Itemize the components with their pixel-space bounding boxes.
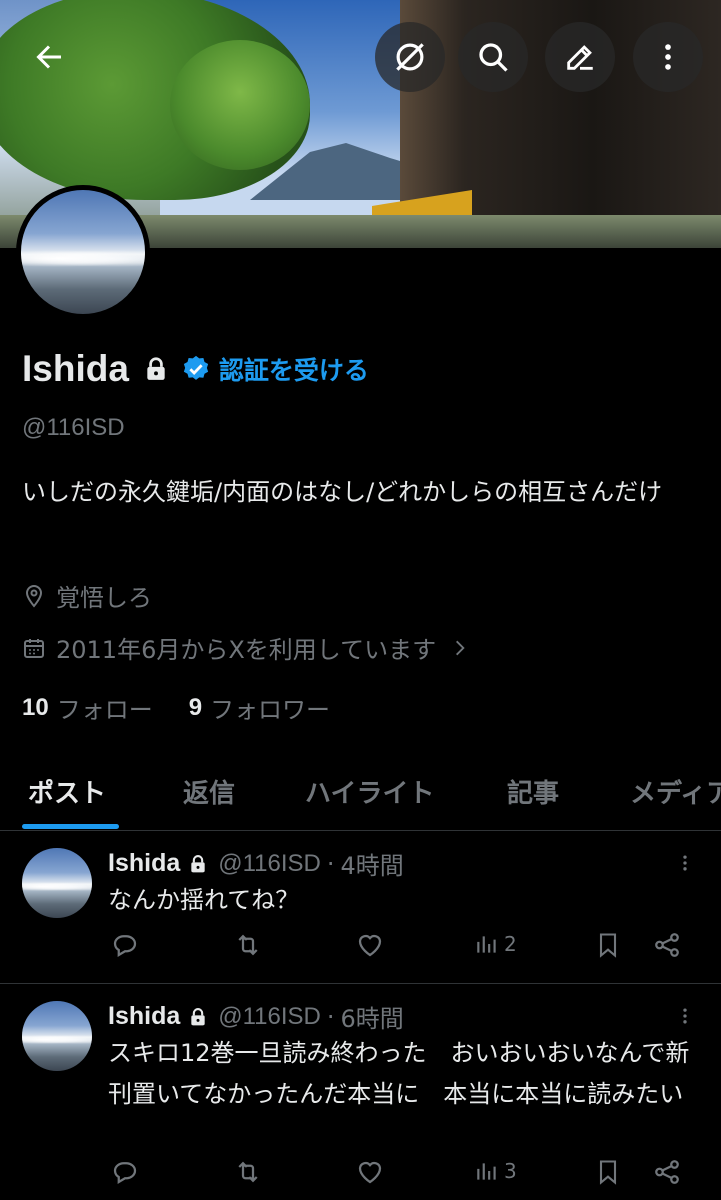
profile-tabs: ポスト 返信 ハイライト 記事 メディア (0, 755, 721, 831)
search-button[interactable] (458, 22, 528, 92)
tab-highlights[interactable]: ハイライト (305, 773, 434, 810)
more-vertical-icon (683, 1008, 687, 1024)
views-count: 2 (504, 932, 517, 956)
hide-icon (396, 43, 424, 71)
bookmark-icon (599, 933, 617, 958)
hide-button[interactable] (375, 22, 445, 92)
followers-link[interactable]: 9 フォロワー (189, 690, 330, 725)
avatar-clouds (21, 249, 145, 267)
like-icon (358, 934, 382, 957)
post-header: Ishida @116ISD · 6時間 (108, 999, 404, 1034)
post-more-button[interactable] (675, 850, 695, 876)
share-button[interactable] (652, 1157, 682, 1187)
following-link[interactable]: 10 フォロー (22, 690, 153, 725)
post-author-handle: @116ISD (218, 849, 321, 877)
separator-dot: · (326, 849, 335, 878)
tab-posts[interactable]: ポスト (28, 773, 106, 810)
reply-icon (113, 1162, 137, 1184)
post-item[interactable]: Ishida @116ISD · 6時間 スキロ12巻一旦読み終わった おいおい… (0, 985, 721, 1200)
more-button[interactable] (633, 22, 703, 92)
joined-text: 2011年6月からXを利用しています (56, 636, 437, 664)
post-text: スキロ12巻一旦読み終わった おいおいおいなんで新刊置いてなかったんだ本当に 本… (108, 1039, 690, 1108)
profile-avatar[interactable] (16, 185, 150, 319)
banner-tree-highlight (170, 40, 310, 170)
display-name: Ishida (22, 348, 129, 389)
chevron-right-icon (450, 637, 470, 659)
reply-icon (113, 935, 137, 957)
post-avatar[interactable] (22, 848, 92, 918)
profile-bio: いしだの永久鍵垢/内面のはなし/どれかしらの相互さんだけ (22, 478, 663, 506)
bookmark-button[interactable] (594, 930, 622, 960)
bookmark-button[interactable] (594, 1157, 622, 1187)
lock-icon (188, 853, 208, 875)
like-icon (358, 1161, 382, 1184)
repost-icon (238, 1161, 258, 1183)
repost-icon (238, 934, 258, 956)
location-text: 覚悟しろ (56, 584, 152, 612)
views-button[interactable]: 3 (474, 1157, 517, 1185)
tab-media[interactable]: メディア (630, 773, 721, 810)
views-icon (477, 936, 496, 953)
back-button[interactable] (14, 22, 84, 92)
repost-button[interactable] (232, 1157, 264, 1187)
lock-icon (188, 1006, 208, 1028)
views-icon (477, 1163, 496, 1180)
post-author-name[interactable]: Ishida (108, 1002, 180, 1031)
back-arrow-icon (36, 45, 61, 69)
post-author-handle: @116ISD (218, 1002, 321, 1030)
more-vertical-icon (665, 44, 671, 70)
active-tab-indicator (22, 824, 119, 829)
calendar-icon (22, 636, 46, 660)
share-icon (655, 1160, 679, 1184)
post-timestamp[interactable]: 4時間 (341, 846, 404, 881)
get-verified-link[interactable]: 認証を受ける (219, 351, 369, 387)
post-avatar[interactable] (22, 1001, 92, 1071)
reply-button[interactable] (110, 1157, 140, 1187)
separator-dot: · (326, 1002, 335, 1031)
tab-articles[interactable]: 記事 (507, 773, 559, 810)
profile-name-row: Ishida 認証を受ける (22, 348, 369, 390)
bookmark-icon (599, 1160, 617, 1185)
edit-button[interactable] (545, 22, 615, 92)
more-vertical-icon (683, 855, 687, 871)
search-icon (479, 43, 508, 72)
profile-joined[interactable]: 2011年6月からXを利用しています (22, 630, 470, 665)
profile-handle: @116ISD (22, 414, 125, 441)
followers-count: 9 (188, 693, 203, 721)
post-header: Ishida @116ISD · 4時間 (108, 846, 404, 881)
post-timestamp[interactable]: 6時間 (341, 999, 404, 1034)
post-more-button[interactable] (675, 1003, 695, 1029)
follow-stats: 10 フォロー 9 フォロワー (22, 690, 330, 725)
share-icon (655, 933, 679, 957)
tab-replies[interactable]: 返信 (183, 773, 235, 810)
share-button[interactable] (652, 930, 682, 960)
post-actions: 2 (110, 930, 700, 966)
views-count: 3 (504, 1159, 517, 1183)
post-item[interactable]: Ishida @116ISD · 4時間 なんか揺れてね？ 2 (0, 832, 721, 984)
edit-icon (567, 45, 593, 70)
location-pin-icon (22, 583, 46, 609)
post-author-name[interactable]: Ishida (108, 849, 180, 878)
like-button[interactable] (355, 1157, 385, 1187)
profile-location: 覚悟しろ (22, 578, 152, 613)
following-count: 10 (22, 693, 49, 721)
repost-button[interactable] (232, 930, 264, 960)
post-text: なんか揺れてね？ (108, 886, 300, 914)
lock-icon (143, 355, 169, 383)
verified-badge-icon[interactable] (181, 354, 211, 384)
followers-label: フォロワー (210, 696, 331, 724)
reply-button[interactable] (110, 930, 140, 960)
like-button[interactable] (355, 930, 385, 960)
following-label: フォロー (56, 696, 153, 724)
views-button[interactable]: 2 (474, 930, 517, 958)
post-actions: 3 (110, 1157, 700, 1193)
